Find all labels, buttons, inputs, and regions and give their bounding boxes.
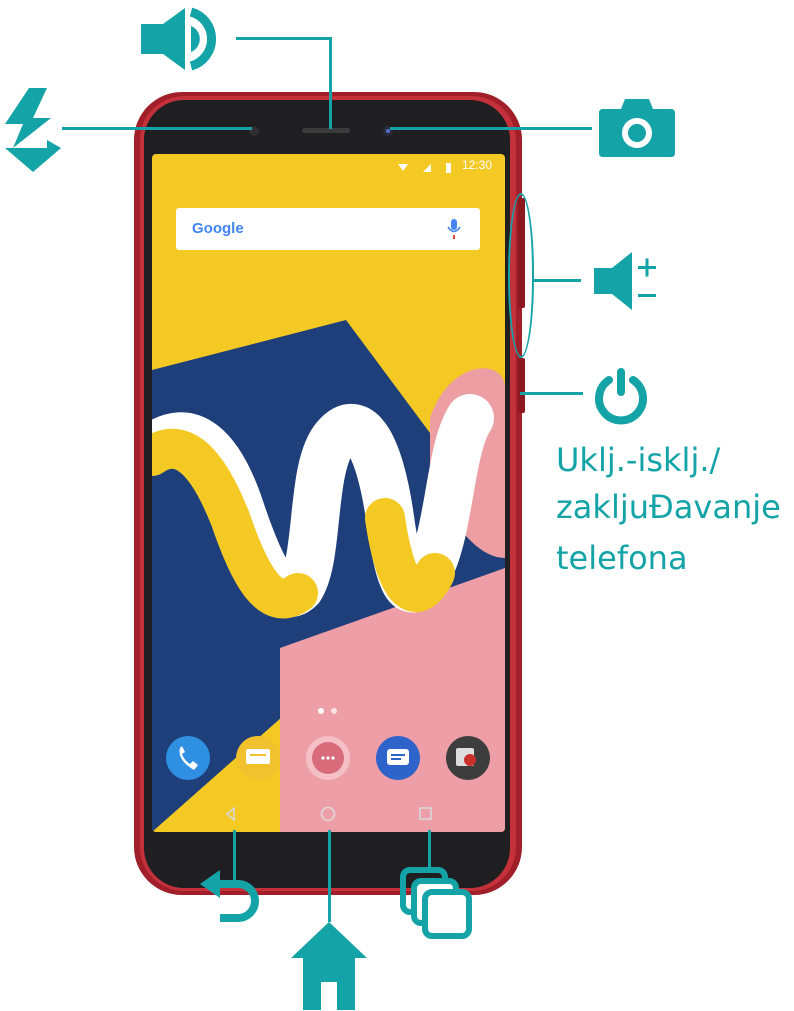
volume-button-outline bbox=[508, 193, 534, 358]
back-icon bbox=[198, 868, 264, 928]
home-icon bbox=[291, 920, 367, 1010]
power-connector bbox=[520, 392, 583, 395]
power-label-line3: telefona bbox=[556, 539, 688, 577]
power-icon bbox=[591, 366, 651, 426]
phone-body bbox=[134, 92, 525, 895]
flash-icon bbox=[3, 88, 63, 172]
status-time: 12:30 bbox=[462, 158, 493, 172]
recent-apps-icon bbox=[399, 866, 479, 946]
dock-camera-icon bbox=[446, 736, 490, 780]
speaker-connector bbox=[236, 37, 332, 40]
power-label: Uklj.-isklj./ zakljuĐavanje telefona bbox=[556, 437, 781, 582]
home-connector bbox=[328, 830, 331, 922]
dock-sms-icon bbox=[376, 736, 420, 780]
camera-connector bbox=[390, 127, 592, 130]
volume-connector bbox=[533, 279, 581, 282]
power-label-line2: zakljuĐavanje bbox=[556, 488, 781, 526]
google-search-brand: Google bbox=[192, 220, 244, 237]
speaker-connector-vertical bbox=[329, 37, 332, 129]
power-label-line1: Uklj.-isklj./ bbox=[556, 441, 721, 479]
recent-connector bbox=[428, 830, 431, 870]
camera-icon bbox=[597, 95, 677, 159]
dock-apps-icon bbox=[306, 736, 350, 780]
dock-messages-icon bbox=[236, 736, 280, 780]
flash-connector bbox=[62, 127, 252, 130]
dock-phone-icon bbox=[166, 736, 210, 780]
volume-icon bbox=[592, 248, 664, 314]
speaker-icon bbox=[139, 4, 233, 74]
phone-illustration: 12:30 Google bbox=[130, 88, 525, 898]
